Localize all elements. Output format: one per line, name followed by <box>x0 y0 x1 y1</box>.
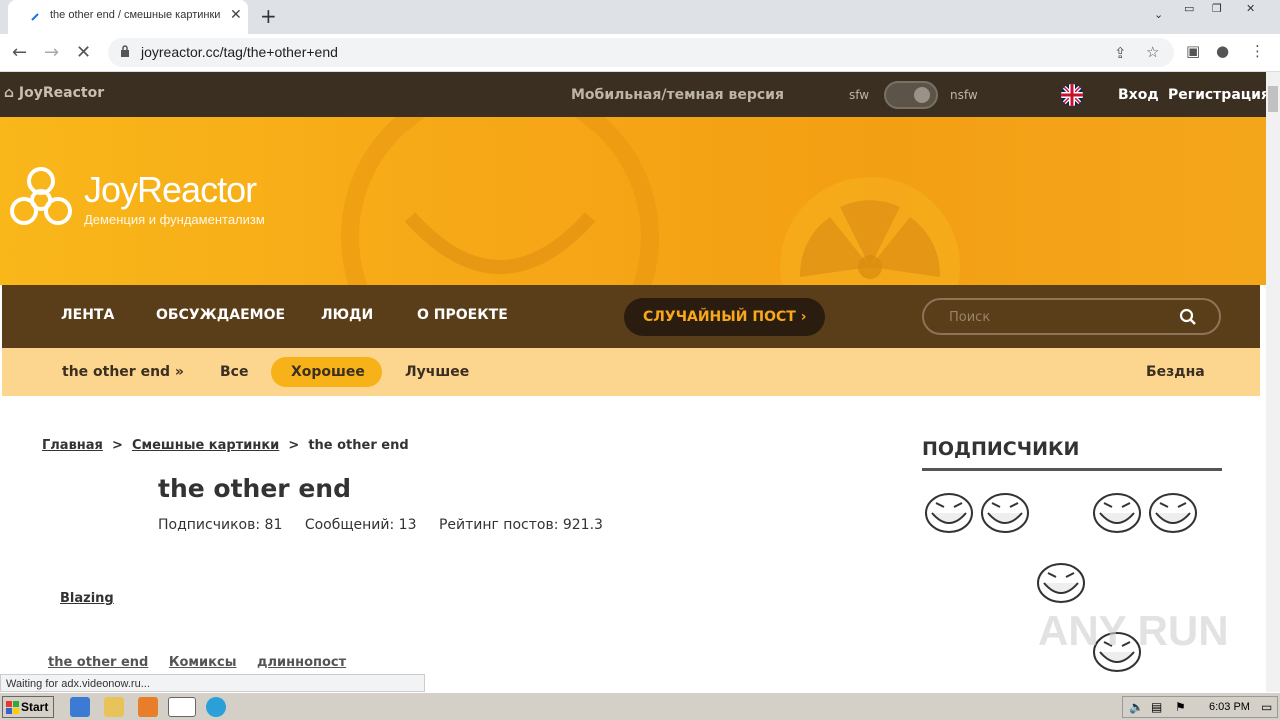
nav-item-discussed[interactable]: ОБСУЖДАЕМОЕ <box>156 307 285 323</box>
restore-button[interactable]: ❐ <box>1212 2 1222 22</box>
nsfw-label: nsfw <box>950 88 978 102</box>
breadcrumb-separator: > <box>288 438 300 453</box>
random-post-button[interactable]: СЛУЧАЙНЫЙ ПОСТ › <box>624 298 825 336</box>
side-panel-icon[interactable]: ▣ <box>1186 42 1200 60</box>
browser-tab[interactable]: the other end / смешные картинки ✕ <box>8 0 248 34</box>
menu-icon[interactable]: ⋮ <box>1250 42 1265 60</box>
window-close-button[interactable]: ✕ <box>1246 2 1255 22</box>
random-post-label: СЛУЧАЙНЫЙ ПОСТ › <box>643 309 807 325</box>
search-input[interactable]: Поиск <box>949 310 990 325</box>
toggle-knob <box>914 87 930 103</box>
edge-icon[interactable] <box>206 697 226 717</box>
start-button[interactable]: Start <box>2 696 54 718</box>
breadcrumb-section[interactable]: Смешные картинки <box>132 438 279 453</box>
search-icon[interactable] <box>1179 308 1197 326</box>
mobile-version-link[interactable]: Мобильная/темная версия <box>571 87 784 103</box>
profile-icon[interactable]: ● <box>1216 42 1229 60</box>
nav-item-feed[interactable]: ЛЕНТА <box>61 307 114 323</box>
address-bar[interactable]: joyreactor.cc/tag/the+other+end ⇪ ☆ <box>108 38 1174 67</box>
tab-title: the other end / смешные картинки <box>50 9 221 21</box>
uk-flag-icon[interactable] <box>1061 84 1083 106</box>
system-tray: 🔈 ▤ ⚑ 6:03 PM ▭ <box>1122 696 1278 718</box>
stop-icon[interactable]: ✕ <box>76 42 91 63</box>
subnav-all[interactable]: Все <box>220 364 248 380</box>
subscriber-avatar[interactable] <box>1092 491 1142 535</box>
site-topbar: ⌂ JoyReactor Мобильная/темная версия sfw… <box>0 72 1270 117</box>
nav-item-people[interactable]: ЛЮДИ <box>321 307 373 323</box>
browser-tab-strip: the other end / смешные картинки ✕ + ⌄ ▭… <box>0 0 1280 34</box>
subscribers-count: Подписчиков: 81 <box>158 517 283 533</box>
subnav-best[interactable]: Лучшее <box>405 364 469 380</box>
bookmark-star-icon[interactable]: ☆ <box>1146 43 1159 61</box>
page-title: the other end <box>158 474 351 503</box>
breadcrumb: Главная > Смешные картинки > the other e… <box>42 438 409 453</box>
browser-toolbar: ← → ✕ joyreactor.cc/tag/the+other+end ⇪ … <box>0 34 1280 72</box>
chrome-icon[interactable] <box>168 697 196 717</box>
flag-icon[interactable]: ⚑ <box>1175 700 1186 714</box>
posts-count: Сообщений: 13 <box>304 517 417 533</box>
ie-icon[interactable] <box>70 697 90 717</box>
media-player-icon[interactable] <box>138 697 158 717</box>
lock-icon <box>121 45 129 57</box>
login-link[interactable]: Вход <box>1118 87 1159 103</box>
forward-icon[interactable]: → <box>44 42 59 63</box>
subscriber-avatar[interactable] <box>1148 491 1198 535</box>
home-link[interactable]: ⌂ JoyReactor <box>4 85 104 101</box>
windows-taskbar: Start 🔈 ▤ ⚑ 6:03 PM ▭ <box>0 692 1280 720</box>
subnav-abyss[interactable]: Бездна <box>1146 364 1205 380</box>
breadcrumb-current: the other end <box>308 438 409 453</box>
main-nav: ЛЕНТА ОБСУЖДАЕМОЕ ЛЮДИ О ПРОЕКТЕ СЛУЧАЙН… <box>2 285 1260 348</box>
biohazard-logo-icon <box>10 167 72 225</box>
volume-icon[interactable]: 🔈 <box>1129 700 1144 714</box>
back-icon[interactable]: ← <box>12 42 27 63</box>
subnav-tag-link[interactable]: the other end » <box>62 364 184 380</box>
url-text: joyreactor.cc/tag/the+other+end <box>141 44 338 60</box>
subscriber-avatar[interactable] <box>1036 561 1086 605</box>
windows-logo-icon <box>6 701 19 714</box>
breadcrumb-separator: > <box>111 438 123 453</box>
loading-icon <box>31 13 39 21</box>
home-label: JoyReactor <box>18 85 105 101</box>
network-icon[interactable]: ▤ <box>1151 700 1162 714</box>
nsfw-toggle[interactable] <box>884 81 938 109</box>
breadcrumb-home[interactable]: Главная <box>42 438 103 453</box>
browser-status-bar: Waiting for adx.videonow.ru... <box>0 674 425 692</box>
sfw-label: sfw <box>849 88 870 102</box>
clock: 6:03 PM <box>1209 701 1250 713</box>
tag-subnav: the other end » Все Хорошее Лучшее Бездн… <box>2 348 1260 396</box>
register-link[interactable]: Регистрация <box>1168 87 1270 103</box>
subscribers-heading: ПОДПИСЧИКИ <box>922 438 1080 460</box>
troll-face-decoration <box>341 117 659 285</box>
subnav-good-label: Хорошее <box>291 364 365 380</box>
minimize-button[interactable]: ▭ <box>1184 2 1194 22</box>
subscriber-avatar[interactable] <box>980 491 1030 535</box>
new-tab-button[interactable]: + <box>260 4 277 28</box>
subscriber-avatar[interactable] <box>924 491 974 535</box>
post-tag[interactable]: Комиксы <box>169 655 237 670</box>
post-author-link[interactable]: Blazing <box>60 591 114 606</box>
brand-title[interactable]: JoyReactor <box>84 169 257 211</box>
nav-item-about[interactable]: О ПРОЕКТЕ <box>417 307 508 323</box>
subnav-good-tab[interactable]: Хорошее <box>271 357 382 387</box>
start-label: Start <box>21 700 49 714</box>
post-tags: the other end Комиксы длиннопост <box>48 655 362 670</box>
posts-rating: Рейтинг постов: 921.3 <box>438 517 603 533</box>
tab-close-icon[interactable]: ✕ <box>230 7 242 23</box>
share-icon[interactable]: ⇪ <box>1114 44 1127 62</box>
heading-underline <box>922 468 1222 471</box>
radiation-icon <box>780 177 960 285</box>
scrollbar-thumb[interactable] <box>1268 86 1278 112</box>
post-tag[interactable]: the other end <box>48 655 148 670</box>
search-box[interactable]: Поиск <box>922 298 1221 335</box>
tag-stats: Подписчиков: 81 Сообщений: 13 Рейтинг по… <box>158 517 603 533</box>
brand-slogan: Деменция и фундаментализм <box>84 212 265 227</box>
show-desktop-icon[interactable]: ▭ <box>1261 700 1272 714</box>
explorer-icon[interactable] <box>104 697 124 717</box>
watermark: ANY RUN <box>1038 607 1229 654</box>
tab-search-icon[interactable]: ⌄ <box>1154 8 1163 28</box>
post-tag[interactable]: длиннопост <box>257 655 346 670</box>
site-banner: JoyReactor Деменция и фундаментализм <box>0 117 1266 285</box>
page-scrollbar[interactable] <box>1266 72 1280 692</box>
